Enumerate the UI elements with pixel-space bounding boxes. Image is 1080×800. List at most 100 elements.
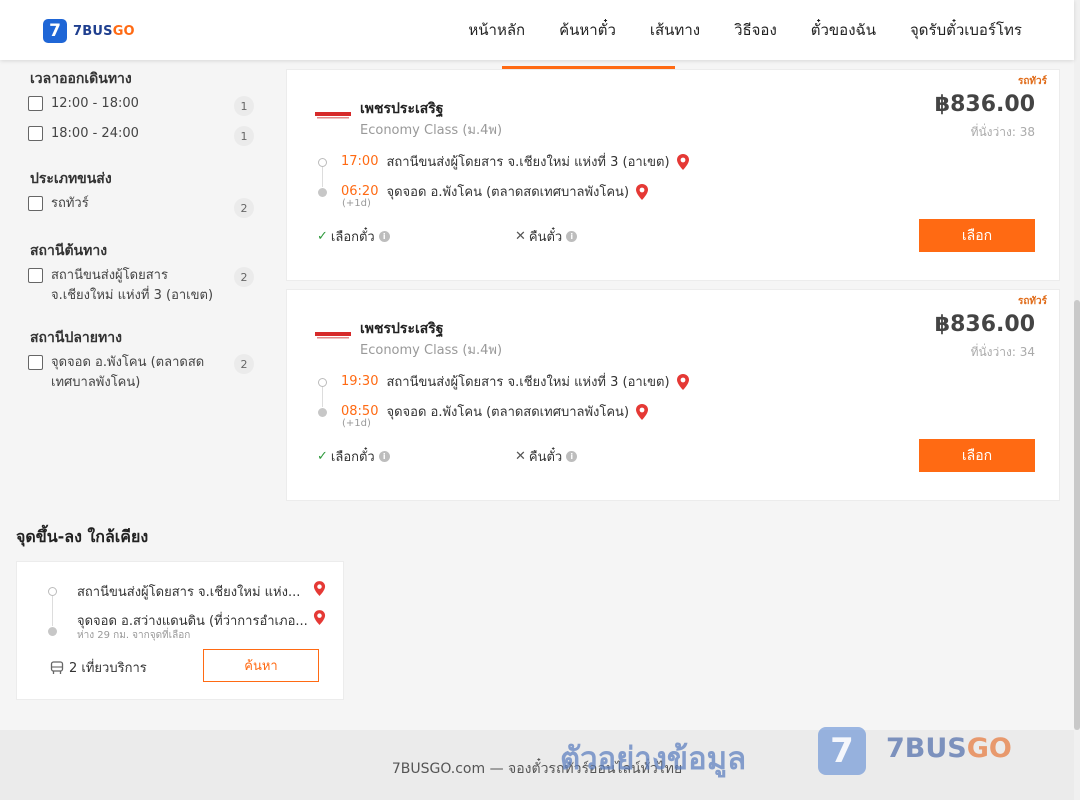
nearby-route-card: สถานีขนส่งผู้โดยสาร จ.เชียงใหม่ แห่ง... … — [16, 561, 344, 700]
checkbox[interactable] — [28, 96, 43, 111]
filter-option-origin-1[interactable]: สถานีขนส่งผู้โดยสาร จ.เชียงใหม่ แห่งที่ … — [28, 266, 254, 306]
operator-logo-icon — [315, 112, 351, 119]
filter-label: 18:00 - 24:00 — [51, 126, 139, 141]
sort-tab-indicator — [502, 66, 675, 69]
route-line — [52, 596, 53, 626]
destination-dot — [318, 188, 327, 197]
nav-pickup-points[interactable]: จุดรับตั๋วเบอร์โทร — [910, 18, 1022, 42]
origin-dot — [318, 158, 327, 167]
logo-text: 7BUSGO — [73, 23, 135, 39]
trip-count-label: 2 เที่ยวบริการ — [69, 661, 147, 676]
route-line — [322, 167, 323, 187]
brand-logo[interactable]: 7 7BUSGO — [43, 19, 135, 43]
policy-label: เลือกตั๋ว — [330, 230, 375, 245]
operator-name: เพชรประเสริฐ — [360, 321, 444, 337]
route-line — [322, 387, 323, 407]
nav-home[interactable]: หน้าหลัก — [468, 18, 525, 42]
info-icon[interactable]: i — [378, 231, 390, 242]
filter-title-destination: สถานีปลายทาง — [30, 330, 122, 346]
policy-label: คืนตั๋ว — [528, 450, 563, 465]
filter-count-badge: 2 — [234, 198, 254, 218]
trip-price: ฿836.00 — [934, 312, 1035, 337]
seat-select-policy: ✓ เลือกตั๋ว i — [317, 446, 390, 467]
trip-card: รถทัวร์ เพชรประเสริฐ Economy Class (ม.4พ… — [286, 289, 1060, 501]
top-header: 7 7BUSGO หน้าหลัก ค้นหาตั๋ว เส้นทาง วิธี… — [0, 0, 1074, 60]
check-icon: ✓ — [317, 229, 328, 244]
policy-label: เลือกตั๋ว — [330, 450, 375, 465]
departure-time: 19:30 — [341, 374, 379, 389]
map-pin-icon[interactable] — [676, 373, 690, 390]
nearby-trip-count: 2 เที่ยวบริการ — [50, 657, 147, 678]
departure-stop: 17:00 สถานีขนส่งผู้โดยสาร จ.เชียงใหม่ แห… — [341, 151, 690, 172]
select-trip-button[interactable]: เลือก — [919, 219, 1035, 252]
filter-count-badge: 1 — [234, 96, 254, 116]
map-pin-icon[interactable] — [635, 183, 649, 200]
filter-option-departure-1[interactable]: 12:00 - 18:00 1 — [28, 94, 254, 116]
watermark-logo-icon: 7 — [818, 727, 866, 775]
bus-icon — [50, 660, 64, 674]
checkbox[interactable] — [28, 355, 43, 370]
info-icon[interactable]: i — [378, 451, 390, 462]
info-icon[interactable]: i — [566, 451, 578, 462]
nearby-search-button[interactable]: ค้นหา — [203, 649, 319, 682]
filter-option-departure-2[interactable]: 18:00 - 24:00 1 — [28, 124, 254, 146]
vehicle-type-badge: รถทัวร์ — [1017, 76, 1047, 87]
nav-my-tickets[interactable]: ตั๋วของฉัน — [811, 18, 876, 42]
nav-how-to-book[interactable]: วิธีจอง — [734, 18, 777, 42]
seats-available: ที่นั่งว่าง: 38 — [970, 125, 1035, 139]
cross-icon: ✕ — [515, 449, 526, 464]
scrollbar-track[interactable] — [1074, 0, 1080, 800]
scrollbar-thumb[interactable] — [1074, 300, 1080, 730]
map-pin-icon[interactable] — [313, 610, 326, 625]
logo-icon: 7 — [43, 19, 67, 43]
filter-label: สถานีขนส่งผู้โดยสาร จ.เชียงใหม่ แห่งที่ … — [51, 268, 214, 303]
operator-name: เพชรประเสริฐ — [360, 101, 444, 117]
arrival-station: จุดจอด อ.พังโคน (ตลาดสดเทศบาลพังโคน) — [386, 405, 630, 420]
filter-title-departure: เวลาออกเดินทาง — [30, 71, 132, 87]
arrival-time: 06:20 — [341, 184, 379, 199]
checkbox[interactable] — [28, 268, 43, 283]
refund-policy: ✕ คืนตั๋ว i — [515, 226, 578, 247]
departure-station: สถานีขนส่งผู้โดยสาร จ.เชียงใหม่ แห่งที่ … — [386, 155, 670, 170]
cross-icon: ✕ — [515, 229, 526, 244]
arrival-stop: 06:20 จุดจอด อ.พังโคน (ตลาดสดเทศบาลพังโค… — [341, 181, 649, 202]
checkbox[interactable] — [28, 196, 43, 211]
filter-label: จุดจอด อ.พังโคน (ตลาดสดเทศบาลพังโคน) — [51, 355, 205, 390]
watermark-brand: 7BUSGO — [886, 733, 1012, 764]
destination-dot — [48, 627, 57, 636]
bus-class: Economy Class (ม.4พ) — [360, 123, 503, 138]
nav-routes[interactable]: เส้นทาง — [650, 18, 700, 42]
filter-label: 12:00 - 18:00 — [51, 96, 139, 111]
nearby-section-title: จุดขึ้น-ลง ใกล้เคียง — [16, 527, 149, 546]
arrival-station: จุดจอด อ.พังโคน (ตลาดสดเทศบาลพังโคน) — [386, 185, 630, 200]
policy-label: คืนตั๋ว — [528, 230, 563, 245]
seats-available: ที่นั่งว่าง: 34 — [970, 345, 1035, 359]
departure-time: 17:00 — [341, 154, 379, 169]
nav-search-tickets[interactable]: ค้นหาตั๋ว — [559, 18, 616, 42]
filter-label: รถทัวร์ — [51, 196, 89, 211]
route-timeline: 19:30 สถานีขนส่งผู้โดยสาร จ.เชียงใหม่ แห… — [318, 371, 823, 444]
trip-card: รถทัวร์ เพชรประเสริฐ Economy Class (ม.4พ… — [286, 69, 1060, 281]
checkbox[interactable] — [28, 126, 43, 141]
filter-title-type: ประเภทขนส่ง — [30, 171, 112, 187]
map-pin-icon[interactable] — [313, 581, 326, 596]
arrival-time: 08:50 — [341, 404, 379, 419]
departure-stop: 19:30 สถานีขนส่งผู้โดยสาร จ.เชียงใหม่ แห… — [341, 371, 690, 392]
vehicle-type-badge: รถทัวร์ — [1017, 296, 1047, 307]
filter-count-badge: 1 — [234, 126, 254, 146]
filter-count-badge: 2 — [234, 354, 254, 374]
next-day-indicator: (+1d) — [342, 418, 371, 429]
origin-dot — [318, 378, 327, 387]
departure-station: สถานีขนส่งผู้โดยสาร จ.เชียงใหม่ แห่งที่ … — [386, 375, 670, 390]
map-pin-icon[interactable] — [635, 403, 649, 420]
filter-option-type-1[interactable]: รถทัวร์ 2 — [28, 194, 254, 218]
map-pin-icon[interactable] — [676, 153, 690, 170]
destination-dot — [318, 408, 327, 417]
info-icon[interactable]: i — [566, 231, 578, 242]
arrival-stop: 08:50 จุดจอด อ.พังโคน (ตลาดสดเทศบาลพังโค… — [341, 401, 649, 422]
filter-option-dest-1[interactable]: จุดจอด อ.พังโคน (ตลาดสดเทศบาลพังโคน) 2 — [28, 353, 254, 393]
operator-logo-icon — [315, 332, 351, 339]
select-trip-button[interactable]: เลือก — [919, 439, 1035, 472]
seat-select-policy: ✓ เลือกตั๋ว i — [317, 226, 390, 247]
refund-policy: ✕ คืนตั๋ว i — [515, 446, 578, 467]
